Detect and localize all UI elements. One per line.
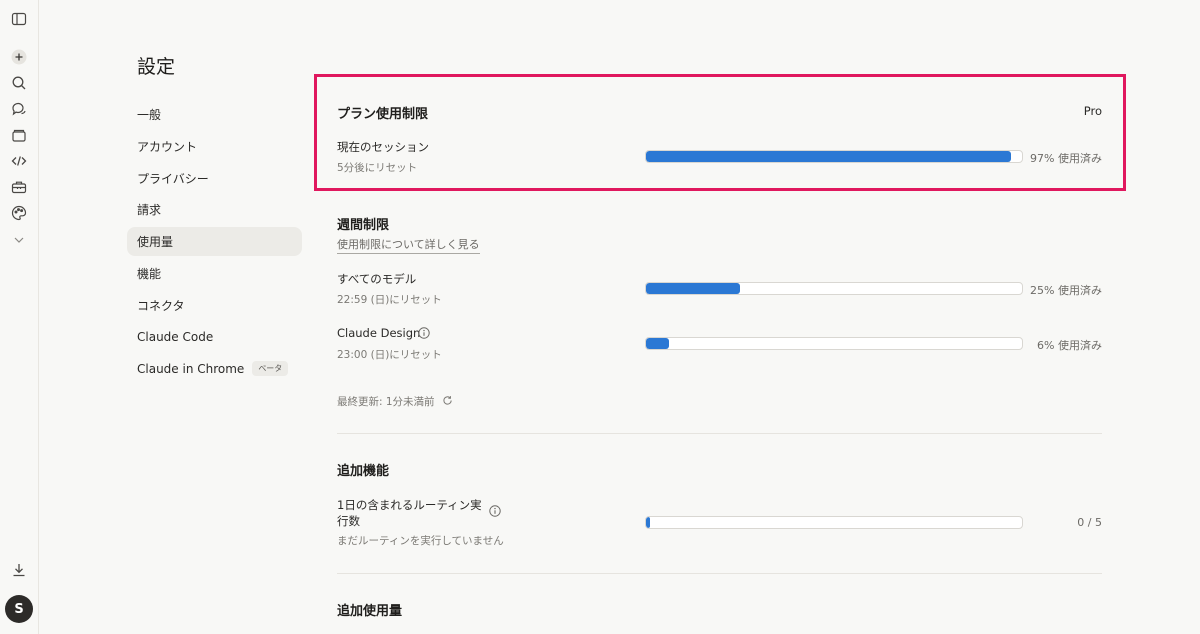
- chats-icon[interactable]: [11, 101, 27, 117]
- chevron-down-icon[interactable]: [11, 232, 27, 248]
- nav-item-label: Claude Code: [137, 330, 214, 345]
- icon-rail: S: [0, 0, 39, 634]
- projects-icon[interactable]: [11, 127, 27, 143]
- nav-item-label: Claude in Chrome: [137, 361, 245, 376]
- toolbox-icon[interactable]: [11, 179, 27, 195]
- nav-item-account[interactable]: アカウント: [127, 132, 302, 161]
- claude-design-usage-fill: [646, 338, 669, 349]
- new-chat-icon[interactable]: [11, 49, 27, 65]
- nav-item-label: コネクタ: [137, 298, 185, 313]
- beta-badge: ベータ: [252, 361, 289, 377]
- all-models-reset: 22:59 (日)にリセット: [337, 294, 442, 306]
- nav-item-label: 請求: [137, 203, 162, 218]
- nav-item-billing[interactable]: 請求: [127, 195, 302, 224]
- page-title: 設定: [137, 56, 176, 78]
- all-models-label: すべてのモデル: [337, 272, 417, 286]
- highlight-box: [314, 74, 1126, 191]
- nav-item-claude-code[interactable]: Claude Code: [127, 323, 302, 352]
- search-icon[interactable]: [11, 75, 27, 91]
- claude-design-usage-bar: [645, 337, 1023, 350]
- routines-label-line1: 1日の含まれるルーティン実: [337, 498, 482, 512]
- avatar[interactable]: S: [5, 595, 33, 623]
- all-models-usage-text: 25% 使用済み: [1030, 284, 1102, 297]
- claude-design-reset: 23:00 (日)にリセット: [337, 349, 442, 361]
- nav-item-claude-in-chrome[interactable]: Claude in Chrome ベータ: [127, 354, 302, 383]
- routines-usage-fill: [646, 517, 650, 528]
- nav-item-general[interactable]: 一般: [127, 100, 302, 129]
- nav-item-privacy[interactable]: プライバシー: [127, 164, 302, 193]
- all-models-usage-bar: [645, 282, 1023, 295]
- nav-item-label: 機能: [137, 266, 162, 281]
- nav-item-connectors[interactable]: コネクタ: [127, 291, 302, 320]
- last-updated: 最終更新: 1分未満前: [337, 396, 435, 408]
- avatar-initial: S: [14, 601, 24, 617]
- sidebar-toggle-icon[interactable]: [11, 11, 27, 27]
- section-divider: [337, 573, 1102, 574]
- nav-item-label: 一般: [137, 108, 162, 122]
- download-icon[interactable]: [11, 562, 27, 578]
- routines-label-line2: 行数: [337, 514, 360, 528]
- refresh-icon[interactable]: [442, 395, 453, 406]
- palette-icon[interactable]: [11, 205, 27, 221]
- code-icon[interactable]: [11, 153, 27, 169]
- routines-usage-bar: [645, 516, 1023, 529]
- nav-item-label: プライバシー: [137, 171, 209, 186]
- learn-more-link[interactable]: 使用制限について詳しく見る: [337, 236, 480, 254]
- nav-item-usage[interactable]: 使用量: [127, 227, 302, 257]
- routines-count: 0 / 5: [1077, 516, 1102, 529]
- section-divider: [337, 433, 1102, 434]
- weekly-limits-title: 週間制限: [337, 218, 390, 233]
- nav-item-features[interactable]: 機能: [127, 259, 302, 288]
- claude-design-usage-text: 6% 使用済み: [1037, 339, 1102, 352]
- nav-item-label: アカウント: [137, 139, 198, 154]
- all-models-usage-fill: [646, 283, 740, 294]
- extra-usage-title: 追加使用量: [337, 604, 403, 619]
- nav-item-label: 使用量: [137, 235, 174, 250]
- info-icon[interactable]: [489, 505, 501, 517]
- settings-nav: 一般 アカウント プライバシー 請求 使用量 機能 コネクタ Claude Co…: [127, 100, 302, 386]
- additional-features-title: 追加機能: [337, 464, 390, 479]
- info-icon[interactable]: [418, 327, 430, 339]
- claude-design-label: Claude Design: [337, 326, 421, 340]
- routines-sub: まだルーティンを実行していません: [337, 535, 504, 547]
